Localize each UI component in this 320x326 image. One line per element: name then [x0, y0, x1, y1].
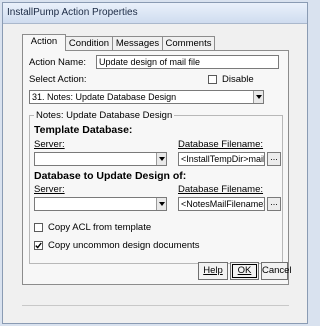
- title-bar[interactable]: InstallPump Action Properties: [3, 3, 307, 24]
- chevron-down-icon[interactable]: [253, 91, 263, 103]
- window-title: InstallPump Action Properties: [7, 7, 138, 18]
- disable-checkbox[interactable]: [208, 75, 217, 84]
- tab-condition-label: Condition: [68, 38, 110, 49]
- chevron-down-icon[interactable]: [156, 198, 166, 210]
- cancel-button-label: Cancel: [262, 265, 292, 276]
- target-server-dropdown[interactable]: [34, 197, 167, 211]
- template-server-dropdown[interactable]: [34, 152, 167, 166]
- checkmark-icon: [35, 242, 42, 249]
- target-browse-button[interactable]: ...: [267, 197, 281, 211]
- cancel-button[interactable]: Cancel: [261, 262, 292, 280]
- dialog-window: InstallPump Action Properties Action Con…: [2, 2, 308, 324]
- target-server-label: Server:: [34, 184, 65, 195]
- target-filename-input[interactable]: <NotesMailFilename>: [178, 197, 265, 211]
- help-button[interactable]: Help: [198, 262, 228, 280]
- select-action-label: Select Action:: [29, 74, 87, 85]
- tab-comments-label: Comments: [165, 38, 212, 49]
- status-bar: [22, 305, 289, 318]
- ok-button-label: OK: [237, 265, 252, 276]
- copy-acl-label: Copy ACL from template: [48, 222, 152, 233]
- template-server-label: Server:: [34, 139, 65, 150]
- chevron-down-icon[interactable]: [156, 153, 166, 165]
- action-name-input[interactable]: Update design of mail file: [96, 55, 279, 69]
- copy-acl-checkbox[interactable]: [34, 223, 43, 232]
- select-action-dropdown[interactable]: 31. Notes: Update Database Design: [29, 90, 264, 104]
- tab-messages-label: Messages: [115, 38, 160, 49]
- target-database-heading: Database to Update Design of:: [34, 170, 187, 182]
- tab-action[interactable]: Action: [22, 34, 66, 51]
- tab-comments[interactable]: Comments: [162, 36, 215, 50]
- ok-button[interactable]: OK: [230, 262, 259, 280]
- disable-label: Disable: [222, 74, 254, 85]
- help-button-label: Help: [203, 265, 223, 276]
- tab-condition[interactable]: Condition: [65, 36, 113, 50]
- group-box-caption: Notes: Update Database Design: [34, 110, 175, 121]
- select-action-value: 31. Notes: Update Database Design: [32, 92, 177, 102]
- action-name-label: Action Name:: [29, 57, 87, 68]
- template-filename-label: Database Filename:: [178, 139, 264, 150]
- tab-panel-action: Action Name: Update design of mail file …: [22, 50, 292, 285]
- target-filename-label: Database Filename:: [178, 184, 264, 195]
- tab-messages[interactable]: Messages: [112, 36, 163, 50]
- tab-action-label: Action: [30, 36, 58, 47]
- copy-uncommon-checkbox[interactable]: [34, 241, 43, 250]
- copy-uncommon-label: Copy uncommon design documents: [48, 240, 200, 251]
- template-browse-button[interactable]: ...: [267, 152, 281, 166]
- template-filename-input[interactable]: <InstallTempDir>mail.ntf: [178, 152, 265, 166]
- template-database-heading: Template Database:: [34, 124, 133, 136]
